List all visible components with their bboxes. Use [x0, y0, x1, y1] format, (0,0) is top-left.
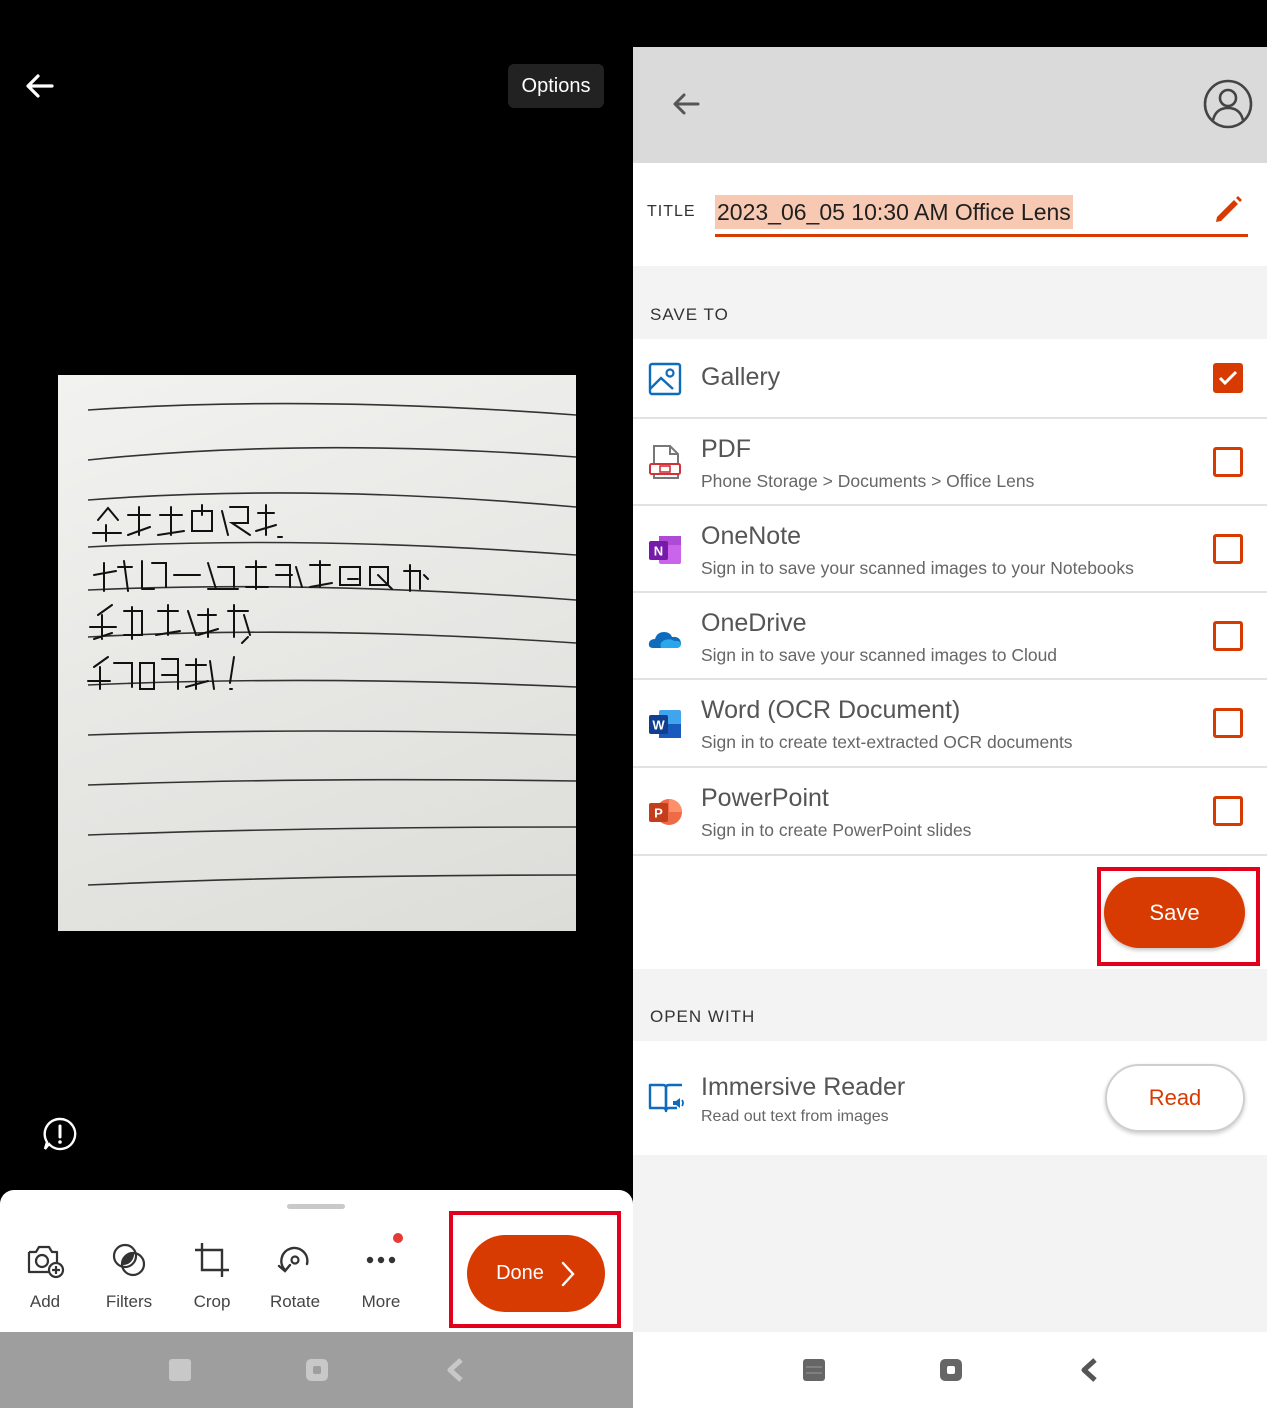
drag-handle[interactable]	[287, 1204, 345, 1209]
crop-label: Crop	[193, 1292, 231, 1311]
destination-name: PowerPoint	[701, 784, 829, 812]
more-label: More	[361, 1292, 401, 1311]
add-button[interactable]: Add	[3, 1240, 87, 1312]
recent-apps-icon[interactable]	[168, 1358, 192, 1382]
destination-powerpoint[interactable]: P PowerPoint Sign in to create PowerPoin…	[633, 768, 1267, 856]
scanned-image	[58, 375, 576, 931]
onenote-checkbox[interactable]	[1213, 534, 1243, 564]
destination-name: OneNote	[701, 522, 802, 550]
filters-icon	[112, 1243, 146, 1277]
destination-onenote[interactable]: N OneNote Sign in to save your scanned i…	[633, 506, 1267, 593]
immersive-reader-row: Immersive Reader Read out text from imag…	[633, 1041, 1267, 1155]
destination-name: Word (OCR Document)	[701, 696, 961, 724]
destination-pdf[interactable]: PDF Phone Storage > Documents > Office L…	[633, 419, 1267, 506]
powerpoint-icon: P	[649, 799, 682, 825]
feedback-icon[interactable]	[42, 1116, 78, 1152]
save-to-header: SAVE TO	[650, 305, 729, 324]
save-area: Save	[633, 856, 1267, 969]
word-icon: W	[649, 710, 681, 738]
reader-subtitle: Read out text from images	[701, 1108, 889, 1125]
destination-word[interactable]: W Word (OCR Document) Sign in to create …	[633, 680, 1267, 768]
filters-button[interactable]: Filters	[87, 1240, 171, 1312]
pdf-icon	[649, 445, 681, 479]
svg-text:N: N	[654, 544, 663, 559]
onenote-icon: N	[649, 536, 681, 564]
system-nav-bar	[633, 1332, 1267, 1408]
onedrive-checkbox[interactable]	[1213, 621, 1243, 651]
destination-subtitle: Sign in to save your scanned images to C…	[701, 645, 1058, 665]
checkmark-icon	[1218, 370, 1238, 386]
app-header	[633, 47, 1267, 163]
more-icon	[366, 1256, 396, 1264]
destination-subtitle: Sign in to save your scanned images to y…	[701, 558, 1134, 578]
immersive-reader-icon	[648, 1083, 684, 1113]
reader-name: Immersive Reader	[701, 1073, 906, 1101]
onedrive-icon	[648, 632, 681, 648]
add-camera-icon	[27, 1245, 65, 1279]
title-field-row: TITLE 2023_06_05 10:30 AM Office Lens	[633, 163, 1267, 266]
home-icon[interactable]	[939, 1358, 963, 1382]
destination-subtitle: Phone Storage > Documents > Office Lens	[701, 471, 1035, 491]
title-label: TITLE	[647, 203, 696, 220]
status-bar	[633, 0, 1267, 47]
read-button[interactable]: Read	[1105, 1064, 1245, 1132]
destination-name: PDF	[701, 435, 751, 463]
rotate-icon	[277, 1246, 309, 1273]
powerpoint-checkbox[interactable]	[1213, 796, 1243, 826]
crop-icon	[195, 1243, 229, 1277]
nav-back-icon[interactable]	[1078, 1358, 1102, 1382]
recent-apps-icon[interactable]	[802, 1358, 826, 1382]
destination-name: Gallery	[701, 363, 781, 391]
crop-button[interactable]: Crop	[170, 1240, 254, 1312]
svg-text:P: P	[654, 806, 663, 821]
back-arrow-icon[interactable]	[22, 68, 58, 104]
nav-back-icon[interactable]	[444, 1358, 468, 1382]
open-with-header: OPEN WITH	[650, 1007, 756, 1026]
left-pane: Options Add Filters Crop Rotate More Don…	[0, 0, 633, 1408]
rotate-button[interactable]: Rotate	[253, 1240, 337, 1312]
options-button[interactable]: Options	[508, 64, 604, 108]
right-pane: TITLE 2023_06_05 10:30 AM Office Lens SA…	[633, 0, 1267, 1408]
back-arrow-icon[interactable]	[669, 87, 703, 121]
system-nav-bar	[0, 1332, 633, 1408]
gallery-icon	[648, 362, 682, 396]
destination-name: OneDrive	[701, 609, 807, 637]
pdf-checkbox[interactable]	[1213, 447, 1243, 477]
done-highlight-box	[449, 1211, 621, 1328]
filters-label: Filters	[105, 1292, 153, 1311]
gallery-checkbox[interactable]	[1213, 363, 1243, 393]
edit-pencil-icon[interactable]	[1211, 193, 1245, 227]
add-label: Add	[29, 1292, 61, 1311]
destination-onedrive[interactable]: OneDrive Sign in to save your scanned im…	[633, 593, 1267, 680]
title-input[interactable]: 2023_06_05 10:30 AM Office Lens	[715, 195, 1073, 229]
destination-subtitle: Sign in to create PowerPoint slides	[701, 820, 972, 840]
rotate-label: Rotate	[269, 1292, 321, 1311]
destination-subtitle: Sign in to create text-extracted OCR doc…	[701, 732, 1073, 752]
home-icon[interactable]	[305, 1358, 329, 1382]
word-checkbox[interactable]	[1213, 708, 1243, 738]
destination-gallery[interactable]: Gallery	[633, 339, 1267, 419]
title-underline	[715, 234, 1248, 237]
account-icon[interactable]	[1202, 78, 1254, 130]
svg-text:W: W	[652, 718, 665, 733]
more-button[interactable]: More	[339, 1240, 423, 1312]
save-highlight-box	[1097, 867, 1260, 966]
notification-dot	[393, 1233, 403, 1243]
